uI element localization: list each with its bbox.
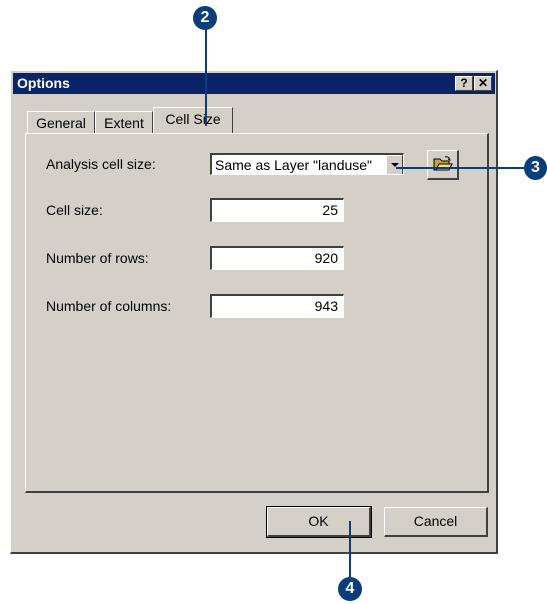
callout-ok: 4	[338, 577, 362, 601]
open-folder-icon	[433, 156, 453, 171]
callout-browse: 3	[524, 156, 547, 180]
window-title: Options	[17, 75, 70, 91]
columns-field[interactable]: 943	[210, 294, 344, 318]
help-button[interactable]: ?	[455, 76, 473, 91]
analysis-cell-size-select[interactable]: Same as Layer "landuse"	[210, 153, 404, 175]
analysis-cell-size-label: Analysis cell size:	[46, 156, 156, 172]
columns-label: Number of columns:	[46, 298, 172, 314]
cell-size-field[interactable]: 25	[210, 198, 344, 222]
rows-label: Number of rows:	[46, 250, 149, 266]
ok-button[interactable]: OK	[266, 506, 372, 538]
tab-general[interactable]: General	[27, 111, 95, 133]
tab-panel: Analysis cell size: Same as Layer "landu…	[25, 133, 489, 493]
options-dialog: Options ? ✕ General Extent Cell Size Ana…	[10, 70, 498, 554]
title-bar: Options ? ✕	[13, 73, 495, 94]
callout-leader-ok	[349, 521, 351, 579]
analysis-cell-size-value: Same as Layer "landuse"	[215, 157, 373, 173]
close-button[interactable]: ✕	[474, 76, 492, 91]
tab-cell-size[interactable]: Cell Size	[153, 107, 233, 133]
callout-leader-tab	[205, 28, 207, 126]
chevron-down-icon[interactable]	[386, 155, 403, 174]
cancel-button[interactable]: Cancel	[384, 507, 488, 537]
rows-field[interactable]: 920	[210, 246, 344, 270]
browse-button[interactable]	[427, 150, 459, 180]
tab-extent[interactable]: Extent	[95, 111, 153, 133]
callout-tab: 2	[193, 6, 217, 30]
callout-leader-browse	[396, 167, 526, 169]
cell-size-label: Cell size:	[46, 202, 103, 218]
